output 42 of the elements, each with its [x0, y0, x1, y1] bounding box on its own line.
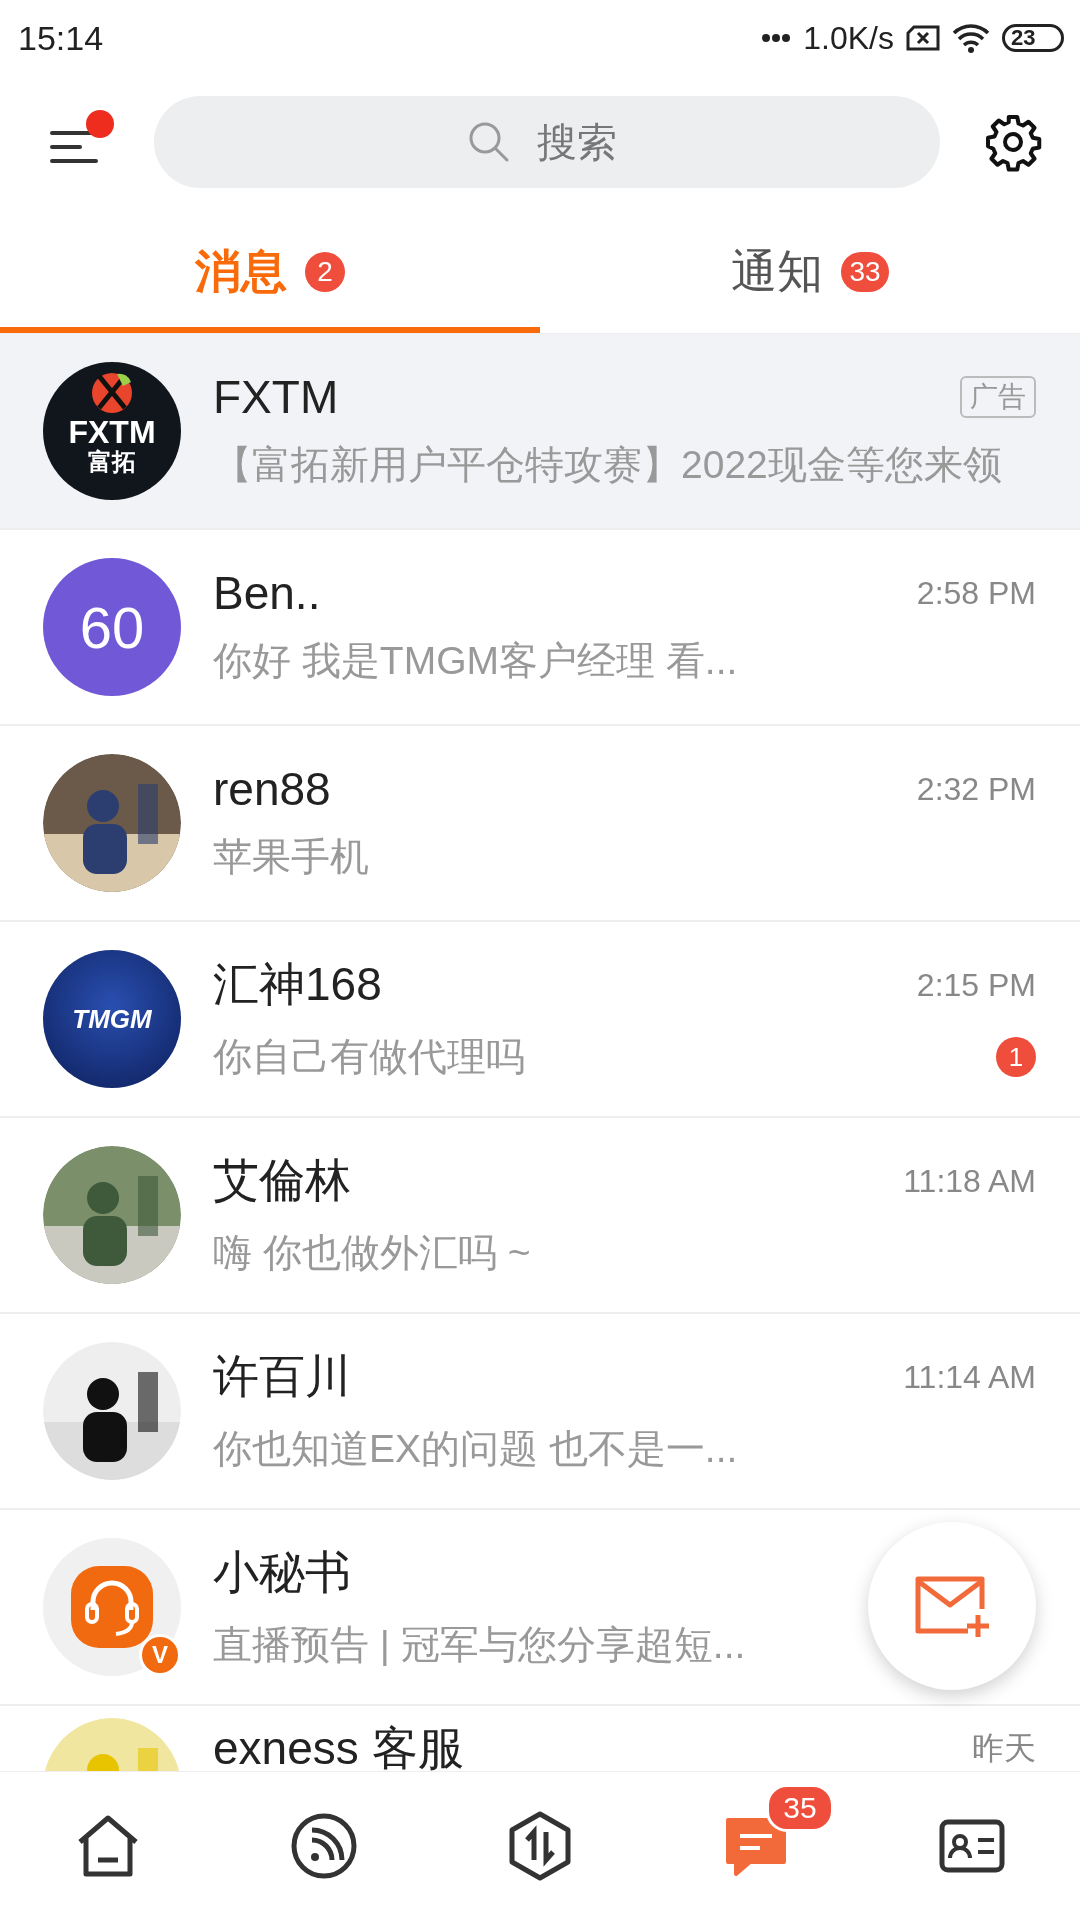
ad-tag: 广告 — [960, 376, 1036, 418]
message-preview: 你好 我是TMGM客户经理 看... — [213, 638, 738, 684]
message-preview: 直播预告 | 冠军与您分享超短... — [213, 1622, 746, 1668]
message-time: 昨天 — [972, 1729, 1036, 1768]
nav-tab[interactable]: 35 — [648, 1772, 864, 1920]
settings-icon — [983, 112, 1043, 172]
message-preview: 你也知道EX的问题 也不是一... — [213, 1426, 738, 1472]
contact-name: Ben.. — [213, 566, 321, 620]
count-badge: 33 — [841, 252, 889, 292]
message-time: 11:18 AM — [903, 1162, 1036, 1200]
initials-avatar: 60 — [43, 558, 181, 696]
contact-name: exness 客服 — [213, 1721, 464, 1771]
unread-badge: 1 — [996, 1037, 1036, 1077]
message-time: 2:58 PM — [916, 574, 1036, 612]
logo-avatar: FXTM 富拓 — [43, 362, 181, 500]
sim-off-icon — [906, 25, 940, 51]
count-badge: 2 — [305, 252, 345, 292]
message-preview: 【富拓新用户平仓特攻赛】2022现金等您来领 — [213, 442, 1002, 488]
status-time: 15:14 — [18, 18, 104, 58]
contact-name: 艾倫林 — [213, 1153, 351, 1208]
search-icon — [467, 120, 511, 164]
message-preview: 嗨 你也做外汇吗 ~ — [213, 1230, 531, 1276]
contact-name: FXTM — [213, 370, 339, 424]
message-preview: 你自己有做代理吗 — [213, 1034, 525, 1080]
brand-avatar: TMGM — [43, 950, 181, 1088]
message-time: 11:14 AM — [903, 1358, 1036, 1396]
message-preview: 苹果手机 — [213, 834, 369, 880]
search-field[interactable]: 搜索 — [154, 96, 940, 188]
contact-name: ren88 — [213, 762, 331, 816]
conversation-row[interactable]: FXTM 富拓 FXTM 广告 【富拓新用户平仓特攻赛】2022现金等您来领 — [0, 334, 1080, 530]
contact-name: 汇神168 — [213, 957, 382, 1012]
wifi-icon — [952, 23, 990, 53]
message-time: 2:15 PM — [916, 966, 1036, 1004]
network-speed: 1.0K/s — [803, 19, 894, 57]
tab[interactable]: 通知 33 — [540, 208, 1080, 333]
contact-name: 许百川 — [213, 1349, 351, 1404]
battery-icon: 23 — [1002, 24, 1064, 52]
count-badge: 35 — [766, 1784, 834, 1832]
verified-badge: V — [139, 1634, 181, 1676]
contact-name: 小秘书 — [213, 1545, 351, 1600]
message-time: 2:32 PM — [916, 770, 1036, 808]
signal-dots-icon — [761, 33, 792, 43]
